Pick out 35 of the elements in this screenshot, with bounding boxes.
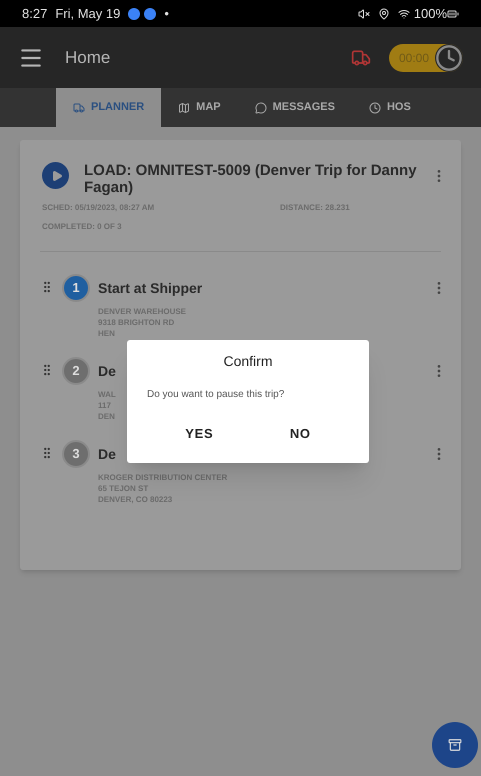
tab[interactable]: MAP xyxy=(161,88,238,127)
status-time: 8:27 xyxy=(22,4,48,23)
status-date: Fri, May 19 xyxy=(55,4,120,23)
notification-icon xyxy=(128,8,140,20)
truck-icon xyxy=(73,102,85,114)
tab[interactable]: HOS xyxy=(352,88,428,127)
page-title: Home xyxy=(65,46,110,69)
dialog-button[interactable]: NO xyxy=(276,420,325,448)
location-icon xyxy=(378,8,390,20)
notification-icon xyxy=(144,8,156,20)
fab-button[interactable] xyxy=(432,722,478,768)
mute-icon xyxy=(358,8,370,20)
play-button[interactable] xyxy=(42,162,69,189)
stop-title: De xyxy=(98,445,117,464)
clock-icon xyxy=(435,44,463,72)
stop-number: 1 xyxy=(62,274,90,302)
stop-title: Start at Shipper xyxy=(98,279,202,298)
stop-number: 2 xyxy=(62,357,90,385)
stop-number: 3 xyxy=(62,440,90,468)
archive-icon xyxy=(448,738,462,752)
dialog-title: Confirm xyxy=(223,352,272,371)
chat-icon xyxy=(254,102,267,114)
map-icon xyxy=(178,102,190,114)
tab[interactable]: MESSAGES xyxy=(238,88,352,127)
battery-level: 100% xyxy=(414,4,447,23)
load-title: LOAD: OMNITEST-5009 (Denver Trip for Danny Fagan) xyxy=(84,162,418,196)
battery-icon xyxy=(447,8,459,20)
wifi-icon xyxy=(398,8,410,20)
clock-icon xyxy=(368,102,381,114)
truck-icon[interactable] xyxy=(350,48,371,68)
dialog-message: Do you want to pause this trip? xyxy=(147,388,284,402)
stop-title: De xyxy=(98,362,116,381)
dialog-button[interactable]: YES xyxy=(171,420,228,448)
status-dot: • xyxy=(164,4,169,23)
play-icon xyxy=(50,170,62,182)
